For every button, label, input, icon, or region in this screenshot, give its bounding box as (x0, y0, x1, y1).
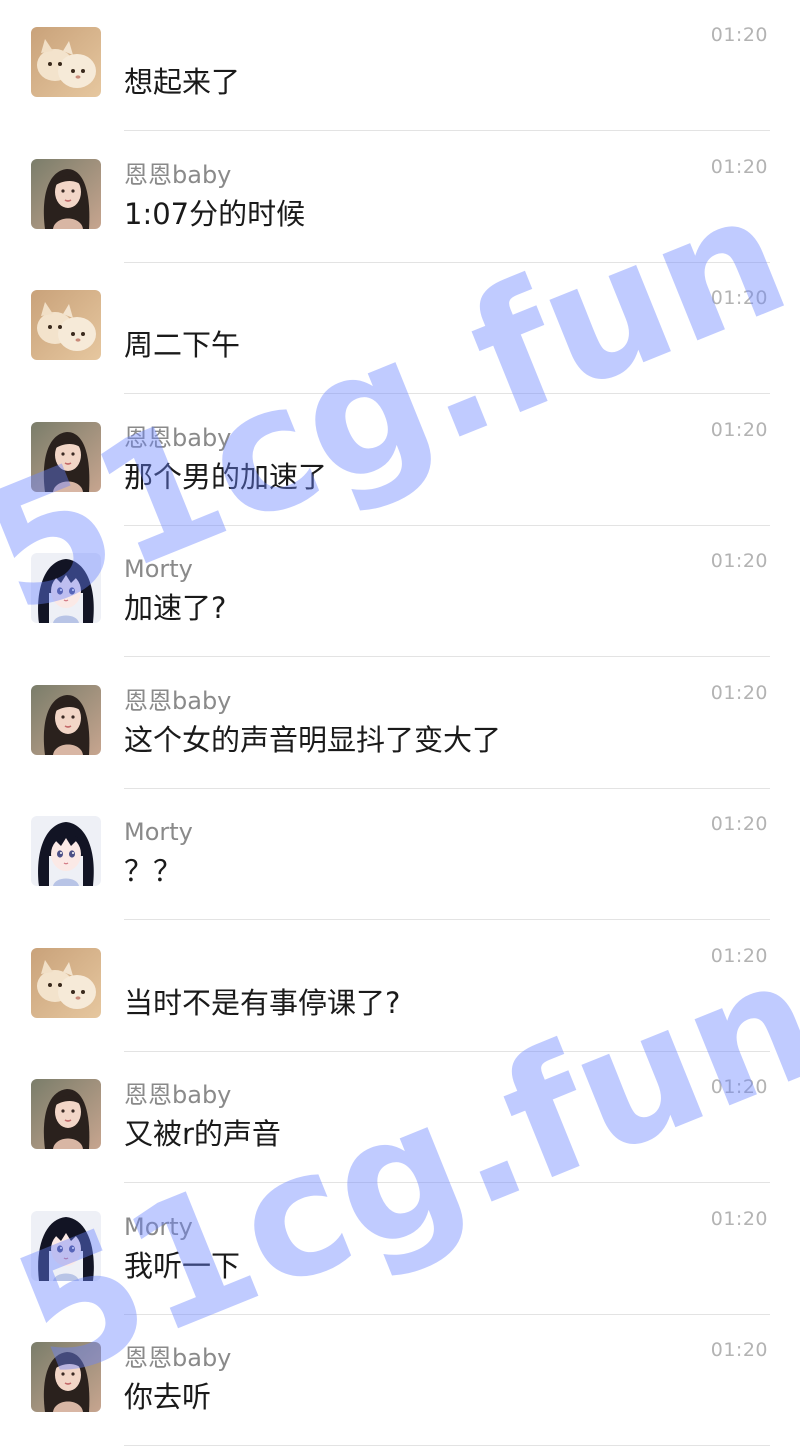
girl-photo-avatar[interactable] (31, 422, 101, 492)
message-row-11[interactable]: 恩恩baby 01:20 你去听 (0, 1315, 800, 1446)
message-text[interactable]: 那个男的加速了 (124, 458, 327, 496)
message-time: 01:20 (710, 813, 768, 835)
girl-photo-avatar[interactable] (31, 1342, 101, 1412)
sender-name: 恩恩baby (124, 1081, 232, 1109)
girl-photo-avatar[interactable] (31, 1079, 101, 1149)
message-text[interactable]: 想起来了 (124, 63, 240, 101)
sender-name: Morty (124, 555, 193, 583)
sender-name: Morty (124, 818, 193, 846)
cat-photo-avatar[interactable] (31, 27, 101, 97)
message-time: 01:20 (710, 1339, 768, 1361)
message-text[interactable]: 加速了? (124, 589, 226, 627)
message-row-9[interactable]: 恩恩baby 01:20 又被r的声音 (0, 1052, 800, 1183)
divider (124, 130, 770, 131)
message-row-8[interactable]: 01:20 当时不是有事停课了? (0, 921, 800, 1052)
message-time: 01:20 (710, 287, 768, 309)
divider (124, 919, 770, 920)
message-time: 01:20 (710, 419, 768, 441)
anime-girl-avatar[interactable] (31, 816, 101, 886)
message-time: 01:20 (710, 24, 768, 46)
sender-name: 恩恩baby (124, 161, 232, 189)
message-row-5[interactable]: Morty 01:20 加速了? (0, 526, 800, 657)
message-time: 01:20 (710, 156, 768, 178)
sender-name: Morty (124, 1213, 193, 1241)
message-text[interactable]: 当时不是有事停课了? (124, 984, 400, 1022)
divider (124, 1182, 770, 1183)
message-text[interactable]: ？？ (124, 852, 182, 890)
chat-message-list[interactable]: 01:20 想起来了 恩恩baby 01:20 1:07分的时候 01:20 周 (0, 0, 800, 1446)
cat-photo-avatar[interactable] (31, 948, 101, 1018)
message-row-1[interactable]: 01:20 想起来了 (0, 0, 800, 131)
anime-girl-avatar[interactable] (31, 1211, 101, 1281)
message-row-3[interactable]: 01:20 周二下午 (0, 263, 800, 394)
girl-photo-avatar[interactable] (31, 685, 101, 755)
cat-photo-avatar[interactable] (31, 290, 101, 360)
message-text[interactable]: 又被r的声音 (124, 1115, 281, 1153)
message-row-10[interactable]: Morty 01:20 我听一下 (0, 1184, 800, 1315)
divider (124, 656, 770, 657)
girl-photo-avatar[interactable] (31, 159, 101, 229)
message-text[interactable]: 你去听 (124, 1378, 211, 1416)
anime-girl-avatar[interactable] (31, 553, 101, 623)
sender-name: 恩恩baby (124, 424, 232, 452)
message-time: 01:20 (710, 550, 768, 572)
message-row-6[interactable]: 恩恩baby 01:20 这个女的声音明显抖了变大了 (0, 658, 800, 789)
message-text[interactable]: 周二下午 (124, 326, 240, 364)
message-text[interactable]: 这个女的声音明显抖了变大了 (124, 721, 501, 759)
sender-name: 恩恩baby (124, 1344, 232, 1372)
message-time: 01:20 (710, 1076, 768, 1098)
message-row-4[interactable]: 恩恩baby 01:20 那个男的加速了 (0, 395, 800, 526)
sender-name: 恩恩baby (124, 687, 232, 715)
message-time: 01:20 (710, 945, 768, 967)
message-time: 01:20 (710, 1208, 768, 1230)
divider (124, 393, 770, 394)
message-row-7[interactable]: Morty 01:20 ？？ (0, 789, 800, 920)
message-text[interactable]: 1:07分的时候 (124, 195, 305, 233)
message-time: 01:20 (710, 682, 768, 704)
message-row-2[interactable]: 恩恩baby 01:20 1:07分的时候 (0, 132, 800, 263)
message-text[interactable]: 我听一下 (124, 1247, 240, 1285)
